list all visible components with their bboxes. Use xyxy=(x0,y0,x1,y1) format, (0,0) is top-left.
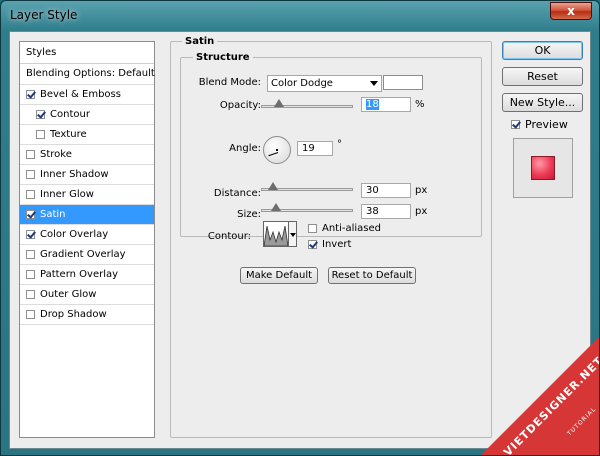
style-item-checkbox[interactable] xyxy=(36,130,45,139)
anti-aliased-checkbox[interactable] xyxy=(308,224,317,233)
style-item-label: Contour xyxy=(50,108,90,120)
size-unit: px xyxy=(415,206,428,217)
style-item-label: Satin xyxy=(40,208,66,220)
invert-label: Invert xyxy=(322,239,352,250)
style-item-inner-shadow[interactable]: Inner Shadow xyxy=(20,165,154,185)
make-default-button[interactable]: Make Default xyxy=(240,267,318,284)
size-input[interactable]: 38 xyxy=(361,204,411,219)
distance-slider-thumb[interactable] xyxy=(268,182,278,190)
style-item-label: Drop Shadow xyxy=(40,308,107,320)
anti-aliased-option[interactable]: Anti-aliased xyxy=(308,223,381,234)
new-style-button[interactable]: New Style... xyxy=(502,93,583,112)
angle-dial-center xyxy=(276,149,278,151)
style-item-label: Stroke xyxy=(40,148,72,160)
layer-style-window: Layer Style x Styles Blending Options: D… xyxy=(0,0,600,456)
invert-checkbox[interactable] xyxy=(308,240,317,249)
opacity-unit: % xyxy=(415,99,425,110)
style-item-checkbox[interactable] xyxy=(26,170,35,179)
preview-box xyxy=(513,138,573,198)
close-button[interactable]: x xyxy=(550,2,592,20)
distance-unit: px xyxy=(415,185,428,196)
style-item-texture[interactable]: Texture xyxy=(20,125,154,145)
style-item-label: Gradient Overlay xyxy=(40,248,126,260)
title-bar[interactable]: Layer Style x xyxy=(1,1,599,31)
style-item-checkbox[interactable] xyxy=(36,110,45,119)
contour-label: Contour: xyxy=(207,231,251,242)
opacity-slider-thumb[interactable] xyxy=(274,99,284,107)
preview-label: Preview xyxy=(525,118,568,131)
anti-aliased-label: Anti-aliased xyxy=(322,223,382,234)
style-item-label: Texture xyxy=(50,128,87,140)
structure-group: Structure Blend Mode: Color Dodge Opacit… xyxy=(180,52,482,237)
style-item-label: Color Overlay xyxy=(40,228,109,240)
opacity-input[interactable]: 18 xyxy=(361,97,411,112)
style-item-label: Inner Glow xyxy=(40,188,94,200)
close-icon: x xyxy=(567,4,575,18)
blending-options[interactable]: Blending Options: Default xyxy=(20,64,155,85)
structure-title: Structure xyxy=(193,52,253,63)
styles-list: Styles Blending Options: Default Bevel &… xyxy=(19,41,155,438)
style-item-checkbox[interactable] xyxy=(26,250,35,259)
distance-label: Distance: xyxy=(213,188,261,199)
style-item-pattern-overlay[interactable]: Pattern Overlay xyxy=(20,265,154,285)
style-item-drop-shadow[interactable]: Drop Shadow xyxy=(20,305,154,325)
preview-option[interactable]: Preview xyxy=(511,118,568,131)
blend-mode-value: Color Dodge xyxy=(271,78,333,89)
blend-color-swatch[interactable] xyxy=(383,75,423,90)
preview-thumbnail xyxy=(531,156,555,180)
style-item-outer-glow[interactable]: Outer Glow xyxy=(20,285,154,305)
style-item-checkbox[interactable] xyxy=(26,270,35,279)
contour-picker[interactable] xyxy=(263,221,289,247)
style-item-label: Outer Glow xyxy=(40,288,97,300)
contour-curve-icon xyxy=(264,225,288,246)
style-item-checkbox[interactable] xyxy=(26,90,35,99)
satin-title: Satin xyxy=(182,36,218,47)
chevron-down-icon xyxy=(370,81,378,86)
style-item-label: Bevel & Emboss xyxy=(40,88,121,100)
ok-button[interactable]: OK xyxy=(502,41,583,60)
blend-mode-select[interactable]: Color Dodge xyxy=(267,75,382,92)
angle-unit: ° xyxy=(337,139,342,150)
style-item-checkbox[interactable] xyxy=(26,150,35,159)
reset-button[interactable]: Reset xyxy=(502,67,583,86)
style-item-label: Inner Shadow xyxy=(40,168,109,180)
style-item-checkbox[interactable] xyxy=(26,230,35,239)
angle-needle xyxy=(268,152,279,157)
satin-group: Satin Structure Blend Mode: Color Dodge … xyxy=(170,36,492,438)
watermark-corner xyxy=(480,336,599,455)
opacity-value: 18 xyxy=(366,99,379,110)
style-item-bevel-emboss[interactable]: Bevel & Emboss xyxy=(20,85,154,105)
style-item-color-overlay[interactable]: Color Overlay xyxy=(20,225,154,245)
angle-dial[interactable] xyxy=(263,136,291,164)
blend-mode-label: Blend Mode: xyxy=(198,77,261,88)
style-item-checkbox[interactable] xyxy=(26,310,35,319)
style-item-checkbox[interactable] xyxy=(26,210,35,219)
window-title: Layer Style xyxy=(10,8,78,22)
invert-option[interactable]: Invert xyxy=(308,239,351,250)
style-item-stroke[interactable]: Stroke xyxy=(20,145,154,165)
reset-to-default-button[interactable]: Reset to Default xyxy=(328,267,416,284)
style-item-contour[interactable]: Contour xyxy=(20,105,154,125)
size-label: Size: xyxy=(237,209,261,220)
style-item-satin[interactable]: Satin xyxy=(20,205,154,225)
distance-slider[interactable] xyxy=(261,182,353,191)
opacity-label: Opacity: xyxy=(219,100,261,111)
style-item-gradient-overlay[interactable]: Gradient Overlay xyxy=(20,245,154,265)
opacity-slider[interactable] xyxy=(261,99,353,108)
styles-header[interactable]: Styles xyxy=(20,42,154,64)
size-slider[interactable] xyxy=(261,203,353,212)
style-item-checkbox[interactable] xyxy=(26,190,35,199)
style-item-checkbox[interactable] xyxy=(26,290,35,299)
style-item-label: Pattern Overlay xyxy=(40,268,119,280)
preview-checkbox[interactable] xyxy=(511,120,520,129)
angle-label: Angle: xyxy=(229,143,261,154)
style-item-inner-glow[interactable]: Inner Glow xyxy=(20,185,154,205)
angle-input[interactable]: 19 xyxy=(297,141,333,156)
size-slider-thumb[interactable] xyxy=(271,203,281,211)
contour-dropdown-button[interactable] xyxy=(289,221,297,247)
distance-input[interactable]: 30 xyxy=(361,183,411,198)
